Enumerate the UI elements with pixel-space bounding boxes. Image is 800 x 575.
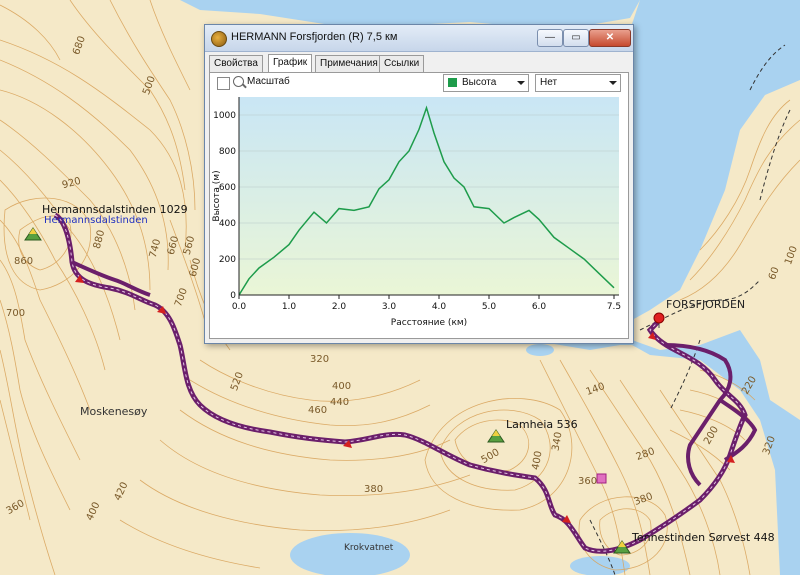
window-title: HERMANN Forsfjorden (R) 7,5 км <box>231 31 398 43</box>
compare-select[interactable]: Нет <box>535 74 621 92</box>
x-tick-label: 7.5 <box>607 302 621 312</box>
poi-marker[interactable] <box>596 473 607 484</box>
peak-sublabel: Hermannsdalstinden <box>44 215 148 226</box>
contour-label: 460 <box>308 405 328 416</box>
track-properties-window[interactable]: HERMANN Forsfjorden (R) 7,5 км — ▭ ✕ Сво… <box>204 24 634 344</box>
x-tick-label: 5.0 <box>482 302 497 312</box>
chevron-down-icon <box>609 81 617 85</box>
y-tick-label: 1000 <box>213 111 236 121</box>
lake <box>526 344 554 356</box>
waypoint-label: FORSFJORDEN <box>666 298 746 311</box>
x-tick-label: 4.0 <box>432 302 447 312</box>
tab-links[interactable]: Ссылки <box>379 55 425 72</box>
elevation-chart[interactable]: 0.0 1.0 2.0 3.0 4.0 5.0 6.0 7.5 020040060080010… <box>211 93 629 337</box>
x-tick-labels: 0.0 1.0 2.0 3.0 4.0 5.0 6.0 7.5 <box>232 295 621 312</box>
series-select-value: Высота <box>462 77 497 88</box>
x-axis-title: Расстояние (км) <box>391 318 467 328</box>
y-tick-label: 200 <box>219 255 236 265</box>
peak-label: Lamheia 536 <box>506 418 578 431</box>
contour-label: 360 <box>578 476 598 487</box>
peak-label: Tennestinden Sørvest 448 <box>632 531 775 544</box>
contour-label: 700 <box>6 308 26 319</box>
y-tick-label: 800 <box>219 147 236 157</box>
tab-notes[interactable]: Примечания <box>315 55 383 72</box>
contour-label: 440 <box>330 397 350 408</box>
series-color-swatch <box>448 78 457 87</box>
scale-label: Масштаб <box>247 76 290 87</box>
lake <box>290 533 410 575</box>
minimize-button[interactable]: — <box>537 29 563 47</box>
close-button[interactable]: ✕ <box>589 29 631 47</box>
tab-properties[interactable]: Свойства <box>209 55 263 72</box>
y-axis-title: Высота (м) <box>212 170 222 221</box>
compare-select-value: Нет <box>540 77 558 88</box>
contour-label: 400 <box>332 381 352 392</box>
x-tick-label: 6.0 <box>532 302 547 312</box>
plot-area <box>239 97 619 295</box>
magnifier-icon <box>233 76 244 87</box>
y-tick-label: 0 <box>230 291 236 301</box>
x-tick-label: 0.0 <box>232 302 247 312</box>
tab-graph[interactable]: График <box>268 54 313 73</box>
place-label: Krokvatnet <box>344 543 394 553</box>
series-select[interactable]: Высота <box>443 74 529 92</box>
x-tick-label: 3.0 <box>382 302 397 312</box>
maximize-button[interactable]: ▭ <box>563 29 589 47</box>
title-bar[interactable]: HERMANN Forsfjorden (R) 7,5 км — ▭ ✕ <box>205 25 633 52</box>
x-tick-label: 1.0 <box>282 302 297 312</box>
x-tick-label: 2.0 <box>332 302 347 312</box>
contour-label: 380 <box>364 484 384 495</box>
chevron-down-icon <box>517 81 525 85</box>
place-label: Moskenesøy <box>80 405 148 418</box>
scale-checkbox[interactable] <box>217 77 230 90</box>
app-icon <box>211 31 227 47</box>
contour-label: 320 <box>310 354 330 365</box>
contour-label: 860 <box>14 256 34 267</box>
